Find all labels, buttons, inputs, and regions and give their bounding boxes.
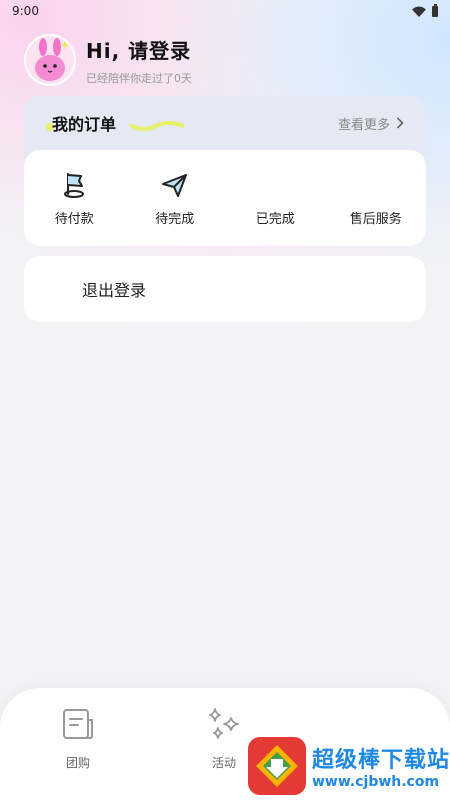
order-completed[interactable]: 已完成 [230, 170, 320, 227]
order-pending-payment[interactable]: 待付款 [29, 170, 119, 227]
tab-label: 团购 [65, 756, 90, 770]
bunny-icon [35, 38, 69, 81]
chevron-right-icon [396, 117, 404, 129]
tab-label: 活动 [211, 756, 236, 770]
view-more-label: 查看更多 [337, 117, 390, 133]
order-after-sales[interactable]: 售后服务 [331, 170, 421, 227]
status-icons [412, 3, 438, 17]
my-orders-card: 我的订单 查看更多 待付款 待完成 已完成 售后服务 [24, 96, 426, 246]
avatar[interactable] [24, 34, 76, 86]
tab-activity[interactable]: 活动 [206, 706, 242, 771]
orders-title: 我的订单 [52, 115, 117, 134]
sparkles-icon [209, 708, 239, 739]
view-more-link[interactable]: 查看更多 [338, 114, 404, 133]
download-site-logo [248, 737, 306, 795]
order-label: 已完成 [255, 211, 295, 227]
order-status-row: 待付款 待完成 已完成 售后服务 [24, 150, 426, 246]
orders-header: 我的订单 查看更多 [24, 96, 426, 150]
logout-button[interactable]: 退出登录 [24, 256, 426, 322]
wifi-icon [412, 6, 426, 17]
notebook-icon [63, 709, 93, 739]
order-pending-completion[interactable]: 待完成 [130, 170, 220, 227]
days-accompanied-text: 已经陪伴你走过了0天 [86, 71, 192, 85]
profile-header[interactable]: Hi, 请登录 已经陪伴你走过了0天 [24, 34, 192, 86]
logout-label: 退出登录 [82, 281, 147, 300]
watermark: 超级棒下载站 www.cjbwh.com [246, 732, 450, 800]
paper-plane-icon [161, 173, 187, 197]
status-time: 9:00 [12, 4, 39, 18]
status-bar: 9:00 [0, 0, 450, 22]
battery-icon [432, 3, 438, 17]
tab-group-buy[interactable]: 团购 [60, 706, 96, 771]
order-label: 待付款 [54, 211, 94, 227]
flag-icon [64, 172, 85, 198]
order-label: 售后服务 [349, 211, 402, 227]
watermark-url: www.cjbwh.com [312, 774, 440, 790]
watermark-title: 超级棒下载站 [312, 748, 450, 773]
login-prompt[interactable]: Hi, 请登录 [86, 35, 192, 64]
order-label: 待完成 [155, 211, 195, 227]
